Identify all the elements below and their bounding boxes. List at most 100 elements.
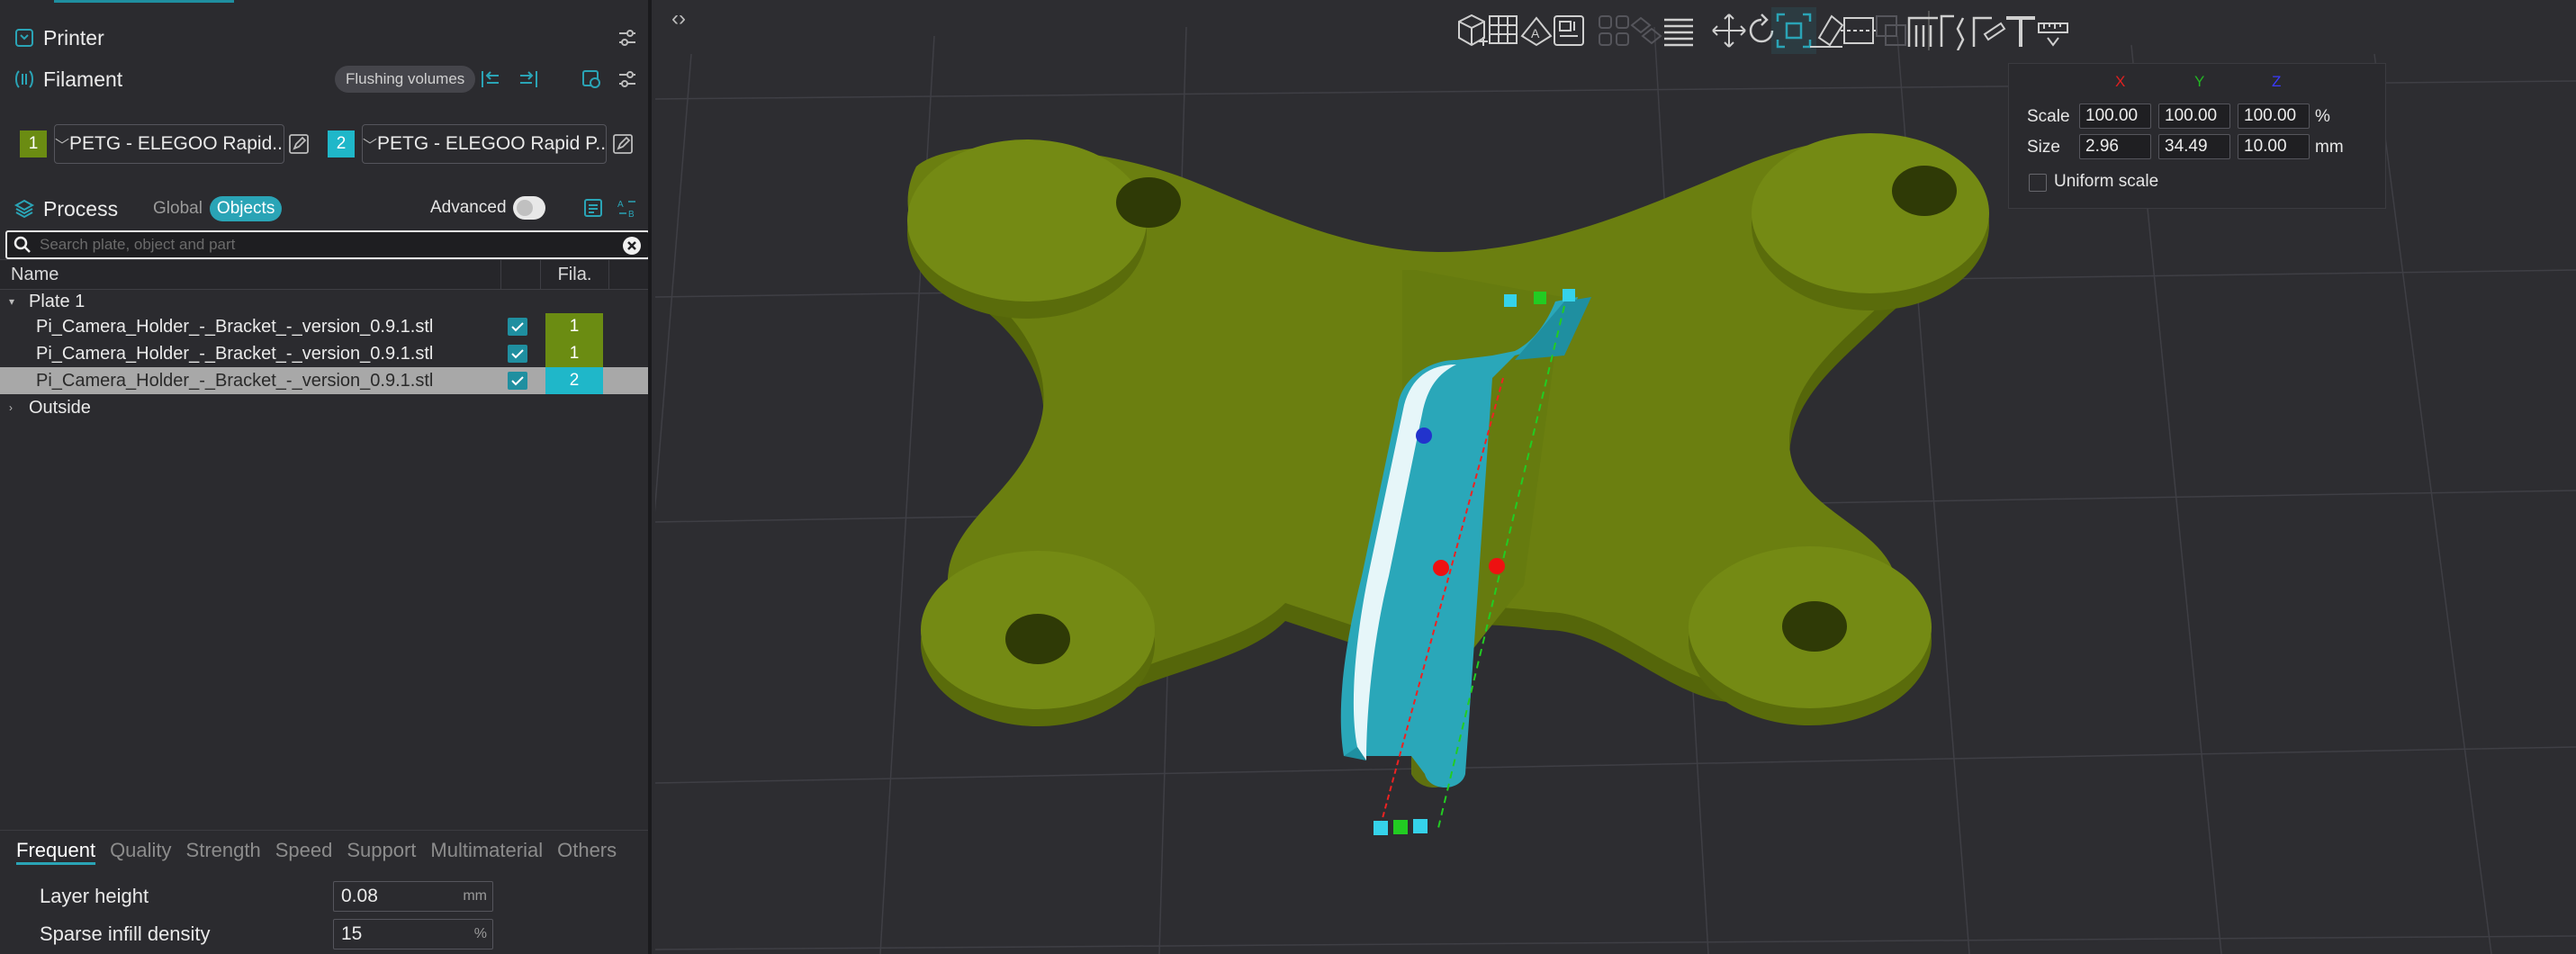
printer-section-header[interactable]: Printer <box>0 18 648 58</box>
object-name: Pi_Camera_Holder_-_Bracket_-_version_0.9… <box>36 370 434 391</box>
measure-icon[interactable] <box>2031 7 2076 54</box>
process-title: Process <box>43 196 119 220</box>
object-filament-badge[interactable]: 1 <box>545 340 603 367</box>
flushing-volumes-button[interactable]: Flushing volumes <box>335 66 476 93</box>
scale-panel: X Y Z Scale 100.00 100.00 100.00 % Size … <box>2008 63 2386 209</box>
filament-sync-icon[interactable] <box>578 66 605 93</box>
layer-height-setting: Layer height 0.08 mm <box>0 878 648 914</box>
object-row-1[interactable]: Pi_Camera_Holder_-_Bracket_-_version_0.9… <box>0 313 648 340</box>
active-tab-indicator <box>54 0 234 3</box>
axis-z-label: Z <box>2272 73 2282 90</box>
clear-search-icon[interactable] <box>621 235 643 256</box>
plate-label: Plate 1 <box>29 291 86 311</box>
advanced-toggle[interactable] <box>513 196 545 220</box>
chevron-down-icon: ﹀ <box>55 139 70 154</box>
size-y-input[interactable]: 34.49 <box>2158 134 2230 159</box>
edit-filament-2-icon[interactable] <box>610 131 635 157</box>
scale-x-input[interactable]: 100.00 <box>2079 104 2151 129</box>
tab-support[interactable]: Support <box>347 839 416 862</box>
add-filament-icon[interactable] <box>515 66 542 93</box>
object-search-box[interactable] <box>5 230 648 259</box>
remove-filament-icon[interactable] <box>477 66 504 93</box>
svg-text:A: A <box>1531 26 1540 40</box>
column-filament-header[interactable]: Fila. <box>540 260 608 289</box>
object-name: Pi_Camera_Holder_-_Bracket_-_version_0.9… <box>36 343 434 364</box>
visibility-checkbox[interactable] <box>508 318 527 336</box>
layers-list-icon[interactable] <box>1656 7 1701 54</box>
layer-height-value: 0.08 <box>341 886 378 906</box>
filament-slot-2-select[interactable]: ﹀ PETG - ELEGOO Rapid P... <box>362 124 607 164</box>
sparse-infill-setting: Sparse infill density 15 % <box>0 916 648 952</box>
layer-height-label: Layer height <box>40 885 149 907</box>
filament-icon <box>13 68 36 91</box>
tab-speed[interactable]: Speed <box>275 839 333 862</box>
advanced-label: Advanced <box>430 198 507 217</box>
scale-unit: % <box>2315 107 2330 126</box>
object-row-2[interactable]: Pi_Camera_Holder_-_Bracket_-_version_0.9… <box>0 340 648 367</box>
size-z-input[interactable]: 10.00 <box>2238 134 2310 159</box>
filament-slot-1-select[interactable]: ﹀ PETG - ELEGOO Rapid... <box>54 124 284 164</box>
scale-z-input[interactable]: 100.00 <box>2238 104 2310 129</box>
axis-y-label: Y <box>2194 73 2205 90</box>
collapse-sidebar-icon[interactable]: ‹› <box>662 5 695 32</box>
process-scope-toggle[interactable]: Global Objects <box>146 194 283 223</box>
expand-arrow-icon[interactable]: › <box>9 401 13 414</box>
filament-slot-1-name: PETG - ELEGOO Rapid... <box>69 133 284 154</box>
tab-frequent[interactable]: Frequent <box>16 839 95 862</box>
process-preset-icon[interactable] <box>580 194 607 221</box>
sparse-infill-value: 15 <box>341 923 363 944</box>
outside-row[interactable]: › Outside <box>0 394 648 421</box>
filament-settings-icon[interactable] <box>614 66 641 93</box>
printer-title: Printer <box>43 25 104 50</box>
scale-label: Scale <box>2027 107 2070 126</box>
3d-viewport[interactable]: ‹› A X Y Z Scale 100.00 100.00 100.00 % … <box>655 0 2576 954</box>
edit-filament-1-icon[interactable] <box>286 131 311 157</box>
size-x-input[interactable]: 2.96 <box>2079 134 2151 159</box>
size-label: Size <box>2027 138 2060 157</box>
process-compare-icon[interactable]: AB <box>614 194 641 221</box>
plate-row[interactable]: ▾ Plate 1 <box>0 288 648 315</box>
svg-text:B: B <box>628 210 635 219</box>
collapse-arrow-icon[interactable]: ▾ <box>9 295 14 308</box>
filament-slot-2-badge[interactable]: 2 <box>328 130 355 158</box>
layer-height-unit: mm <box>463 888 487 904</box>
axis-x-label: X <box>2115 73 2126 90</box>
size-unit: mm <box>2315 138 2344 157</box>
plate-layout-icon[interactable] <box>1546 7 1591 54</box>
scale-y-input[interactable]: 100.00 <box>2158 104 2230 129</box>
column-name-header[interactable]: Name <box>11 265 59 285</box>
object-list-header: Name Fila. <box>0 259 648 290</box>
process-section-header: Process <box>0 189 648 229</box>
filament-slot-1-badge[interactable]: 1 <box>20 130 47 158</box>
layers-icon <box>13 197 36 220</box>
object-filament-badge[interactable]: 1 <box>545 313 603 340</box>
objects-option[interactable]: Objects <box>209 196 283 221</box>
object-row-3[interactable]: Pi_Camera_Holder_-_Bracket_-_version_0.9… <box>0 367 648 394</box>
sparse-infill-field[interactable]: 15 % <box>333 919 493 950</box>
layer-height-field[interactable]: 0.08 mm <box>333 881 493 912</box>
tab-strength[interactable]: Strength <box>186 839 261 862</box>
chevron-down-icon: ﹀ <box>363 139 378 154</box>
global-option[interactable]: Global <box>146 196 210 221</box>
tab-multimaterial[interactable]: Multimaterial <box>430 839 543 862</box>
uniform-scale-checkbox[interactable] <box>2029 174 2047 192</box>
settings-tab-bar: Frequent Quality Strength Speed Support … <box>0 830 648 869</box>
search-input[interactable] <box>40 236 598 254</box>
left-sidebar: Printer Filament Flushing volumes 1 ﹀ PE… <box>0 0 652 954</box>
filament-section-header: Filament Flushing volumes <box>0 59 648 99</box>
column-visibility-header <box>500 260 540 289</box>
sparse-infill-label: Sparse infill density <box>40 922 211 945</box>
filament-title: Filament <box>43 67 123 91</box>
tab-quality[interactable]: Quality <box>110 839 171 862</box>
printer-icon <box>13 26 36 50</box>
tab-others[interactable]: Others <box>557 839 617 862</box>
visibility-checkbox[interactable] <box>508 372 527 390</box>
sparse-infill-unit: % <box>473 926 487 941</box>
object-name: Pi_Camera_Holder_-_Bracket_-_version_0.9… <box>36 316 434 337</box>
object-filament-badge[interactable]: 2 <box>545 367 603 394</box>
filament-slot-2-name: PETG - ELEGOO Rapid P... <box>377 133 607 154</box>
visibility-checkbox[interactable] <box>508 345 527 363</box>
uniform-scale-label: Uniform scale <box>2054 172 2159 191</box>
svg-text:A: A <box>617 200 624 210</box>
printer-settings-icon[interactable] <box>614 24 641 51</box>
